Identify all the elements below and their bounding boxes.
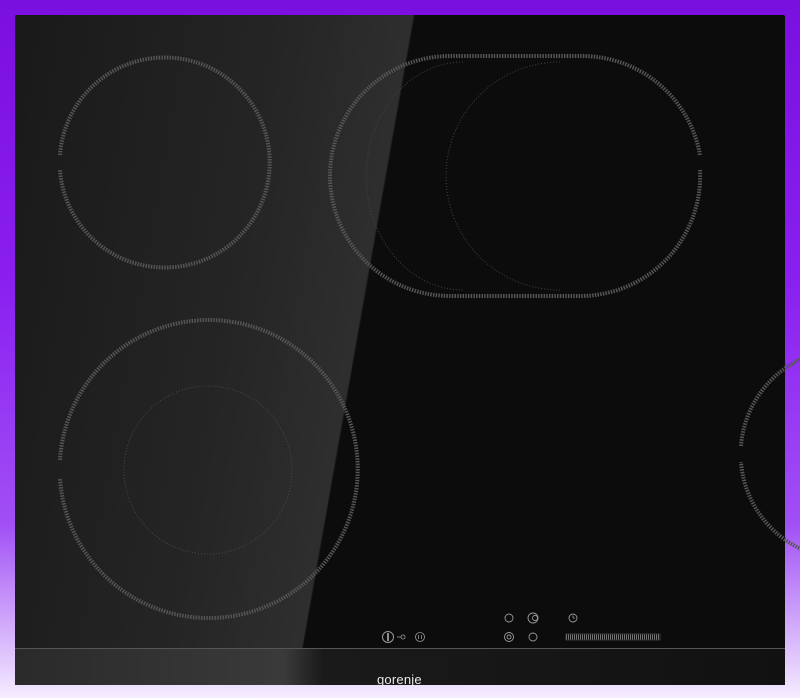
zone-rear-right-oval[interactable] — [328, 53, 703, 299]
zone-front-left-dual[interactable] — [58, 318, 360, 620]
circle-icon[interactable] — [504, 613, 514, 623]
circle-icon-small[interactable] — [528, 632, 538, 642]
zone-front-right[interactable] — [739, 349, 800, 559]
dual-circle-icon[interactable] — [527, 612, 539, 624]
power-slider[interactable] — [565, 633, 661, 641]
ring-icon[interactable] — [504, 632, 514, 642]
timer-icon[interactable] — [568, 613, 578, 623]
power-icon[interactable] — [382, 631, 394, 643]
zone-rear-left[interactable] — [58, 55, 272, 270]
pause-icon[interactable] — [415, 632, 425, 642]
cooktop-zones — [58, 53, 800, 643]
brand-logo: gorenje — [377, 672, 422, 687]
key-lock-icon[interactable] — [397, 634, 406, 640]
